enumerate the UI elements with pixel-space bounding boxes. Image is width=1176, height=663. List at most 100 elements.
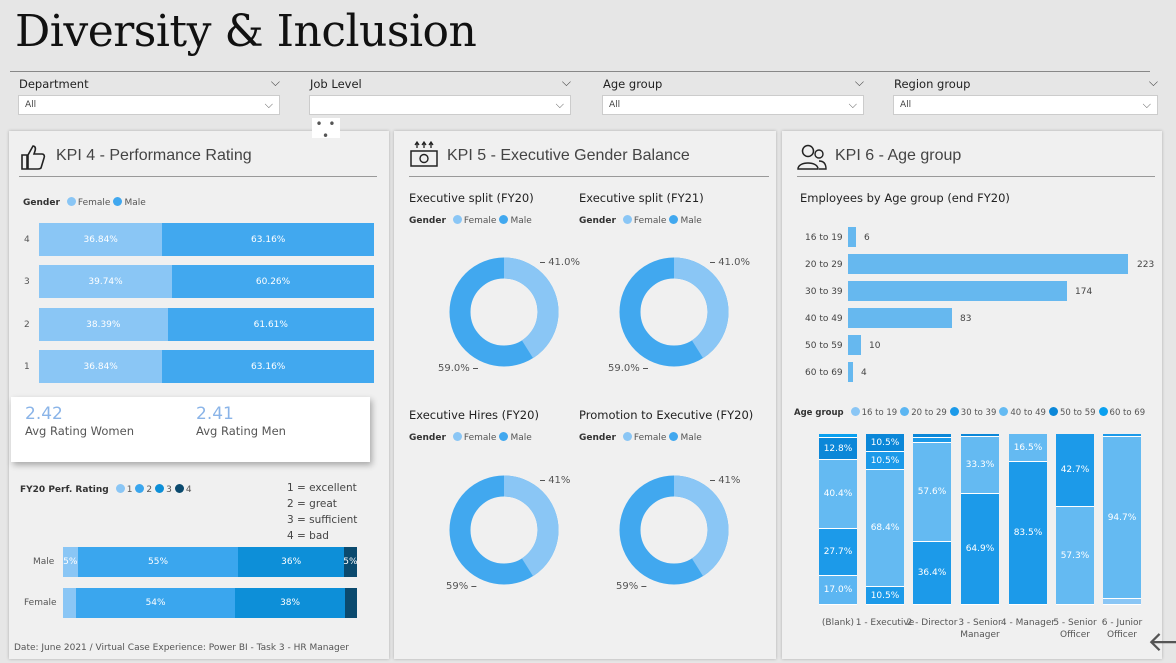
donut-title: Promotion to Executive (FY20) [579,408,754,422]
department-slicer[interactable]: Department ⌵ All ⌵ [10,75,280,115]
donut-chart[interactable] [619,475,729,585]
stacked-column[interactable]: 10.5% 10.5% 68.4% 10.5% [866,434,904,605]
legend-item[interactable]: 40 to 49 [1010,408,1046,418]
legend-female[interactable]: Female [634,433,667,443]
column-segment[interactable]: 16.5% [1009,434,1047,462]
male-perf-stack[interactable]: 5% 55% 36% 5% [63,547,358,577]
slicer-dropdown[interactable]: All ⌵ [309,95,571,115]
male-segment[interactable]: 60.26% [172,265,374,298]
rating-bar[interactable]: 39.74% 60.26% [39,265,374,298]
stacked-column[interactable]: 16.5% 83.5% [1009,434,1047,605]
legend-item[interactable]: 20 to 29 [911,408,947,418]
legend-male[interactable]: Male [680,216,701,226]
age-bar[interactable] [848,308,952,328]
column-segment[interactable]: 40.4% [819,460,857,529]
stack-segment[interactable]: 55% [77,547,239,577]
age-bar[interactable] [848,281,1067,301]
job-level-slicer[interactable]: Job Level ⌵ All ⌵ [301,75,571,115]
male-segment[interactable]: 61.61% [167,308,374,341]
column-segment[interactable]: 68.4% [866,470,904,587]
chevron-down-icon[interactable]: ⌵ [1149,75,1158,90]
stacked-column[interactable]: 57.6% 36.4% [913,434,951,605]
chevron-down-icon[interactable]: ⌵ [562,75,571,90]
female-segment[interactable]: 36.84% [39,223,163,256]
column-segment[interactable]: 10.5% [866,587,904,605]
legend-male[interactable]: Male [510,433,531,443]
legend-item[interactable]: 3 [166,485,172,495]
age-bar[interactable] [848,362,853,382]
stacked-column[interactable]: 94.7% [1103,434,1141,605]
rating-bar[interactable]: 36.84% 63.16% [39,350,374,383]
male-segment[interactable]: 63.16% [162,350,374,383]
age-bar[interactable] [848,227,856,247]
legend-female[interactable]: Female [634,216,667,226]
stack-segment[interactable]: 5% [343,547,358,577]
female-segment[interactable]: 39.74% [39,265,173,298]
legend-male[interactable]: Male [124,198,145,208]
chevron-down-icon[interactable]: ⌵ [271,75,280,90]
more-options-button[interactable]: • • • [312,118,340,142]
chevron-down-icon[interactable]: ⌵ [855,75,864,90]
column-segment[interactable]: 17.0% [819,576,857,605]
age-bar[interactable] [848,254,1128,274]
chevron-down-icon: ⌵ [264,98,273,111]
rating-bar[interactable]: 36.84% 63.16% [39,223,374,256]
column-segment[interactable]: 57.6% [913,443,951,542]
stacked-column[interactable]: 33.3% 64.9% [961,434,999,605]
legend-item[interactable]: 60 to 69 [1110,408,1146,418]
rating-key: 1 = excellent 2 = great 3 = sufficient 4… [287,480,357,544]
column-segment[interactable]: 36.4% [913,542,951,605]
male-segment[interactable]: 63.16% [162,223,374,256]
stack-segment[interactable]: 36% [238,547,344,577]
legend-item[interactable]: 1 [127,485,133,495]
column-segment[interactable]: 27.7% [819,529,857,576]
donut-title: Executive Hires (FY20) [409,408,539,422]
legend-female[interactable]: Female [78,198,111,208]
avg-women-value: 2.42 [25,404,63,424]
column-segment[interactable]: 83.5% [1009,462,1047,605]
column-segment[interactable] [1103,599,1141,605]
age-bar-label: 50 to 59 [805,341,843,351]
rating-bar[interactable]: 38.39% 61.61% [39,308,374,341]
stack-segment[interactable]: 5% [63,547,78,577]
slicer-dropdown[interactable]: All ⌵ [893,95,1158,115]
stack-segment[interactable] [345,588,357,618]
donut-chart[interactable] [449,475,559,585]
column-segment[interactable]: 33.3% [961,437,999,494]
legend-male[interactable]: Male [680,433,701,443]
column-segment[interactable]: 10.5% [866,452,904,470]
gender-legend: Gender Female Male [409,432,532,443]
stacked-column[interactable]: 42.7% 57.3% [1056,434,1094,605]
column-segment[interactable]: 12.8% [819,438,857,460]
donut-chart[interactable] [619,257,729,367]
stack-segment[interactable]: 38% [234,588,346,618]
donut-chart[interactable] [449,257,559,367]
chevron-down-icon: ⌵ [555,98,564,111]
stack-segment[interactable] [63,588,77,618]
legend-item[interactable]: 30 to 39 [961,408,997,418]
footer-note: Date: June 2021 / Virtual Case Experienc… [14,643,349,653]
legend-item[interactable]: 4 [186,485,192,495]
back-arrow-icon[interactable]: 🡐 [1147,624,1176,658]
legend-item[interactable]: 2 [146,485,152,495]
column-segment[interactable]: 64.9% [961,494,999,605]
column-segment[interactable]: 57.3% [1056,507,1094,605]
female-segment[interactable]: 38.39% [39,308,168,341]
stack-segment[interactable]: 54% [76,588,235,618]
column-segment[interactable]: 10.5% [866,434,904,452]
legend-female[interactable]: Female [464,216,497,226]
column-segment[interactable]: 94.7% [1103,437,1141,599]
slicer-dropdown[interactable]: All ⌵ [18,95,280,115]
legend-male[interactable]: Male [510,216,531,226]
age-bar[interactable] [848,335,861,355]
stacked-column[interactable]: 12.8% 40.4% 27.7% 17.0% [819,434,857,605]
slicer-dropdown[interactable]: All ⌵ [602,95,864,115]
female-segment[interactable]: 36.84% [39,350,163,383]
legend-female[interactable]: Female [464,433,497,443]
region-group-slicer[interactable]: Region group ⌵ All ⌵ [885,75,1158,115]
column-segment[interactable]: 42.7% [1056,434,1094,507]
legend-item[interactable]: 16 to 19 [862,408,898,418]
female-perf-stack[interactable]: 54% 38% [63,588,357,618]
legend-item[interactable]: 50 to 59 [1060,408,1096,418]
age-group-slicer[interactable]: Age group ⌵ All ⌵ [594,75,864,115]
